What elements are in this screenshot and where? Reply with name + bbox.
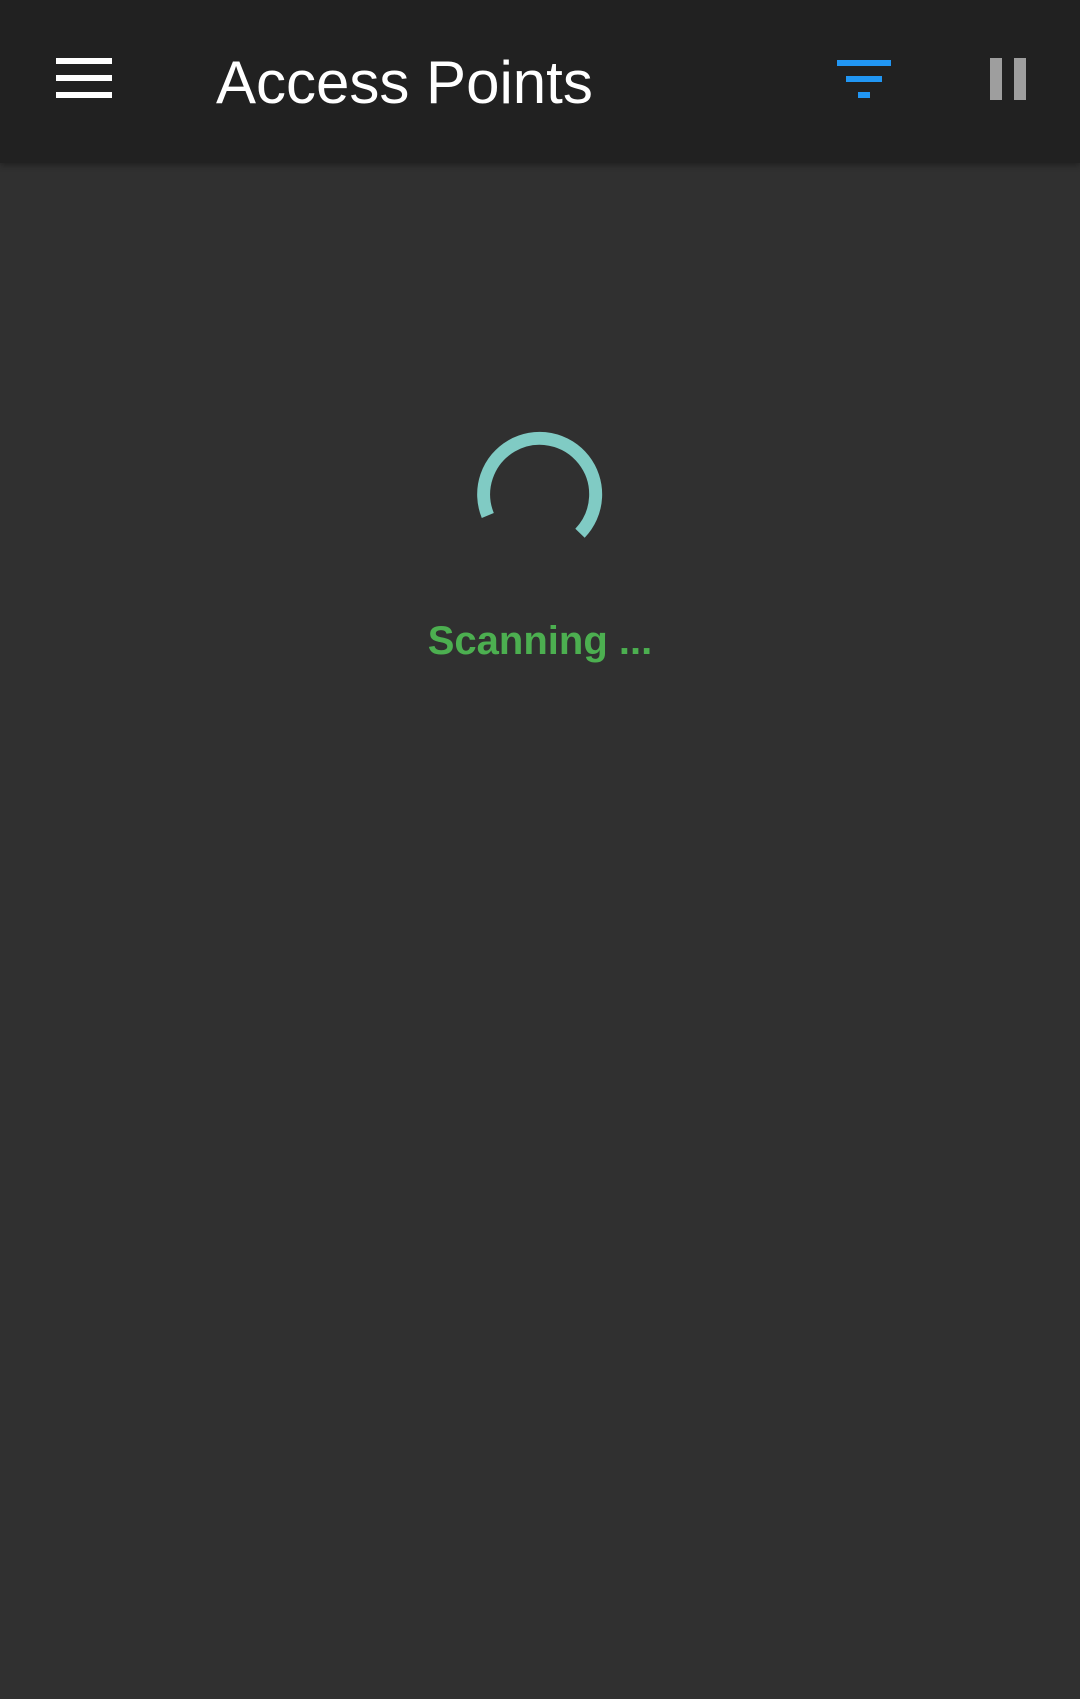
- access-points-screen: Access Points Scanning ...: [0, 0, 1080, 1699]
- app-bar: Access Points: [0, 0, 1080, 163]
- navigation-menu-button[interactable]: [56, 58, 112, 98]
- content-area: Scanning ...: [0, 163, 1080, 1699]
- loading-spinner-icon: [477, 431, 603, 538]
- pause-scan-button[interactable]: [986, 56, 1026, 100]
- scan-status-text: Scanning ...: [427, 619, 653, 663]
- page-title: Access Points: [216, 49, 593, 116]
- filter-button[interactable]: [830, 56, 894, 100]
